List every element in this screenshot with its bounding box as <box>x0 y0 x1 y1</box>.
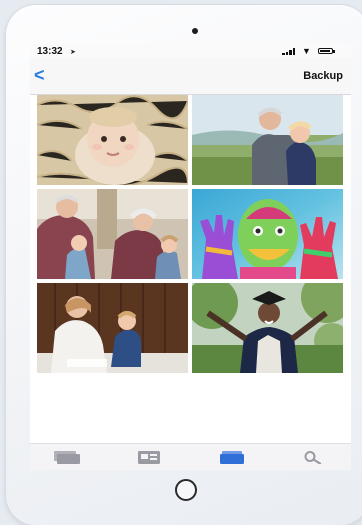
front-camera-icon <box>192 28 198 34</box>
shared-icon[interactable] <box>220 451 244 464</box>
battery-icon <box>318 48 335 54</box>
photo-baby-image <box>37 95 188 185</box>
location-arrow-icon: ➤ <box>70 49 76 56</box>
chevron-left-icon[interactable]: < <box>34 66 45 84</box>
navigation-bar: < Backup <box>30 58 351 95</box>
albums-icon[interactable] <box>138 451 160 464</box>
backup-button[interactable]: Backup <box>303 70 343 82</box>
status-time: 13:32 <box>37 46 63 57</box>
wifi-icon: ▼ <box>302 46 311 56</box>
photo-thumbnail-painted-hands[interactable] <box>192 189 343 279</box>
tab-bar <box>30 443 351 470</box>
photo-graduate-image <box>192 283 343 373</box>
photo-thumbnail-baby[interactable] <box>37 95 188 185</box>
photo-painted-hands-image <box>192 189 343 279</box>
tablet-screen: 13:32 ➤ ▼ < Backup <box>30 44 351 470</box>
status-bar: 13:32 ➤ ▼ <box>30 44 351 58</box>
photos-stack-icon[interactable] <box>54 451 80 464</box>
photo-grid <box>37 95 344 373</box>
photo-thumbnail-graduate[interactable] <box>192 283 343 373</box>
search-icon[interactable] <box>304 451 322 464</box>
photo-grandparents-image <box>37 189 188 279</box>
photo-thumbnail-grandfather[interactable] <box>192 95 343 185</box>
cellular-signal-icon <box>282 48 298 55</box>
photo-grandfather-image <box>192 95 343 185</box>
home-button-icon[interactable] <box>175 479 197 501</box>
photo-mother-son-image <box>37 283 188 373</box>
photo-thumbnail-mother-son[interactable] <box>37 283 188 373</box>
photo-thumbnail-grandparents[interactable] <box>37 189 188 279</box>
